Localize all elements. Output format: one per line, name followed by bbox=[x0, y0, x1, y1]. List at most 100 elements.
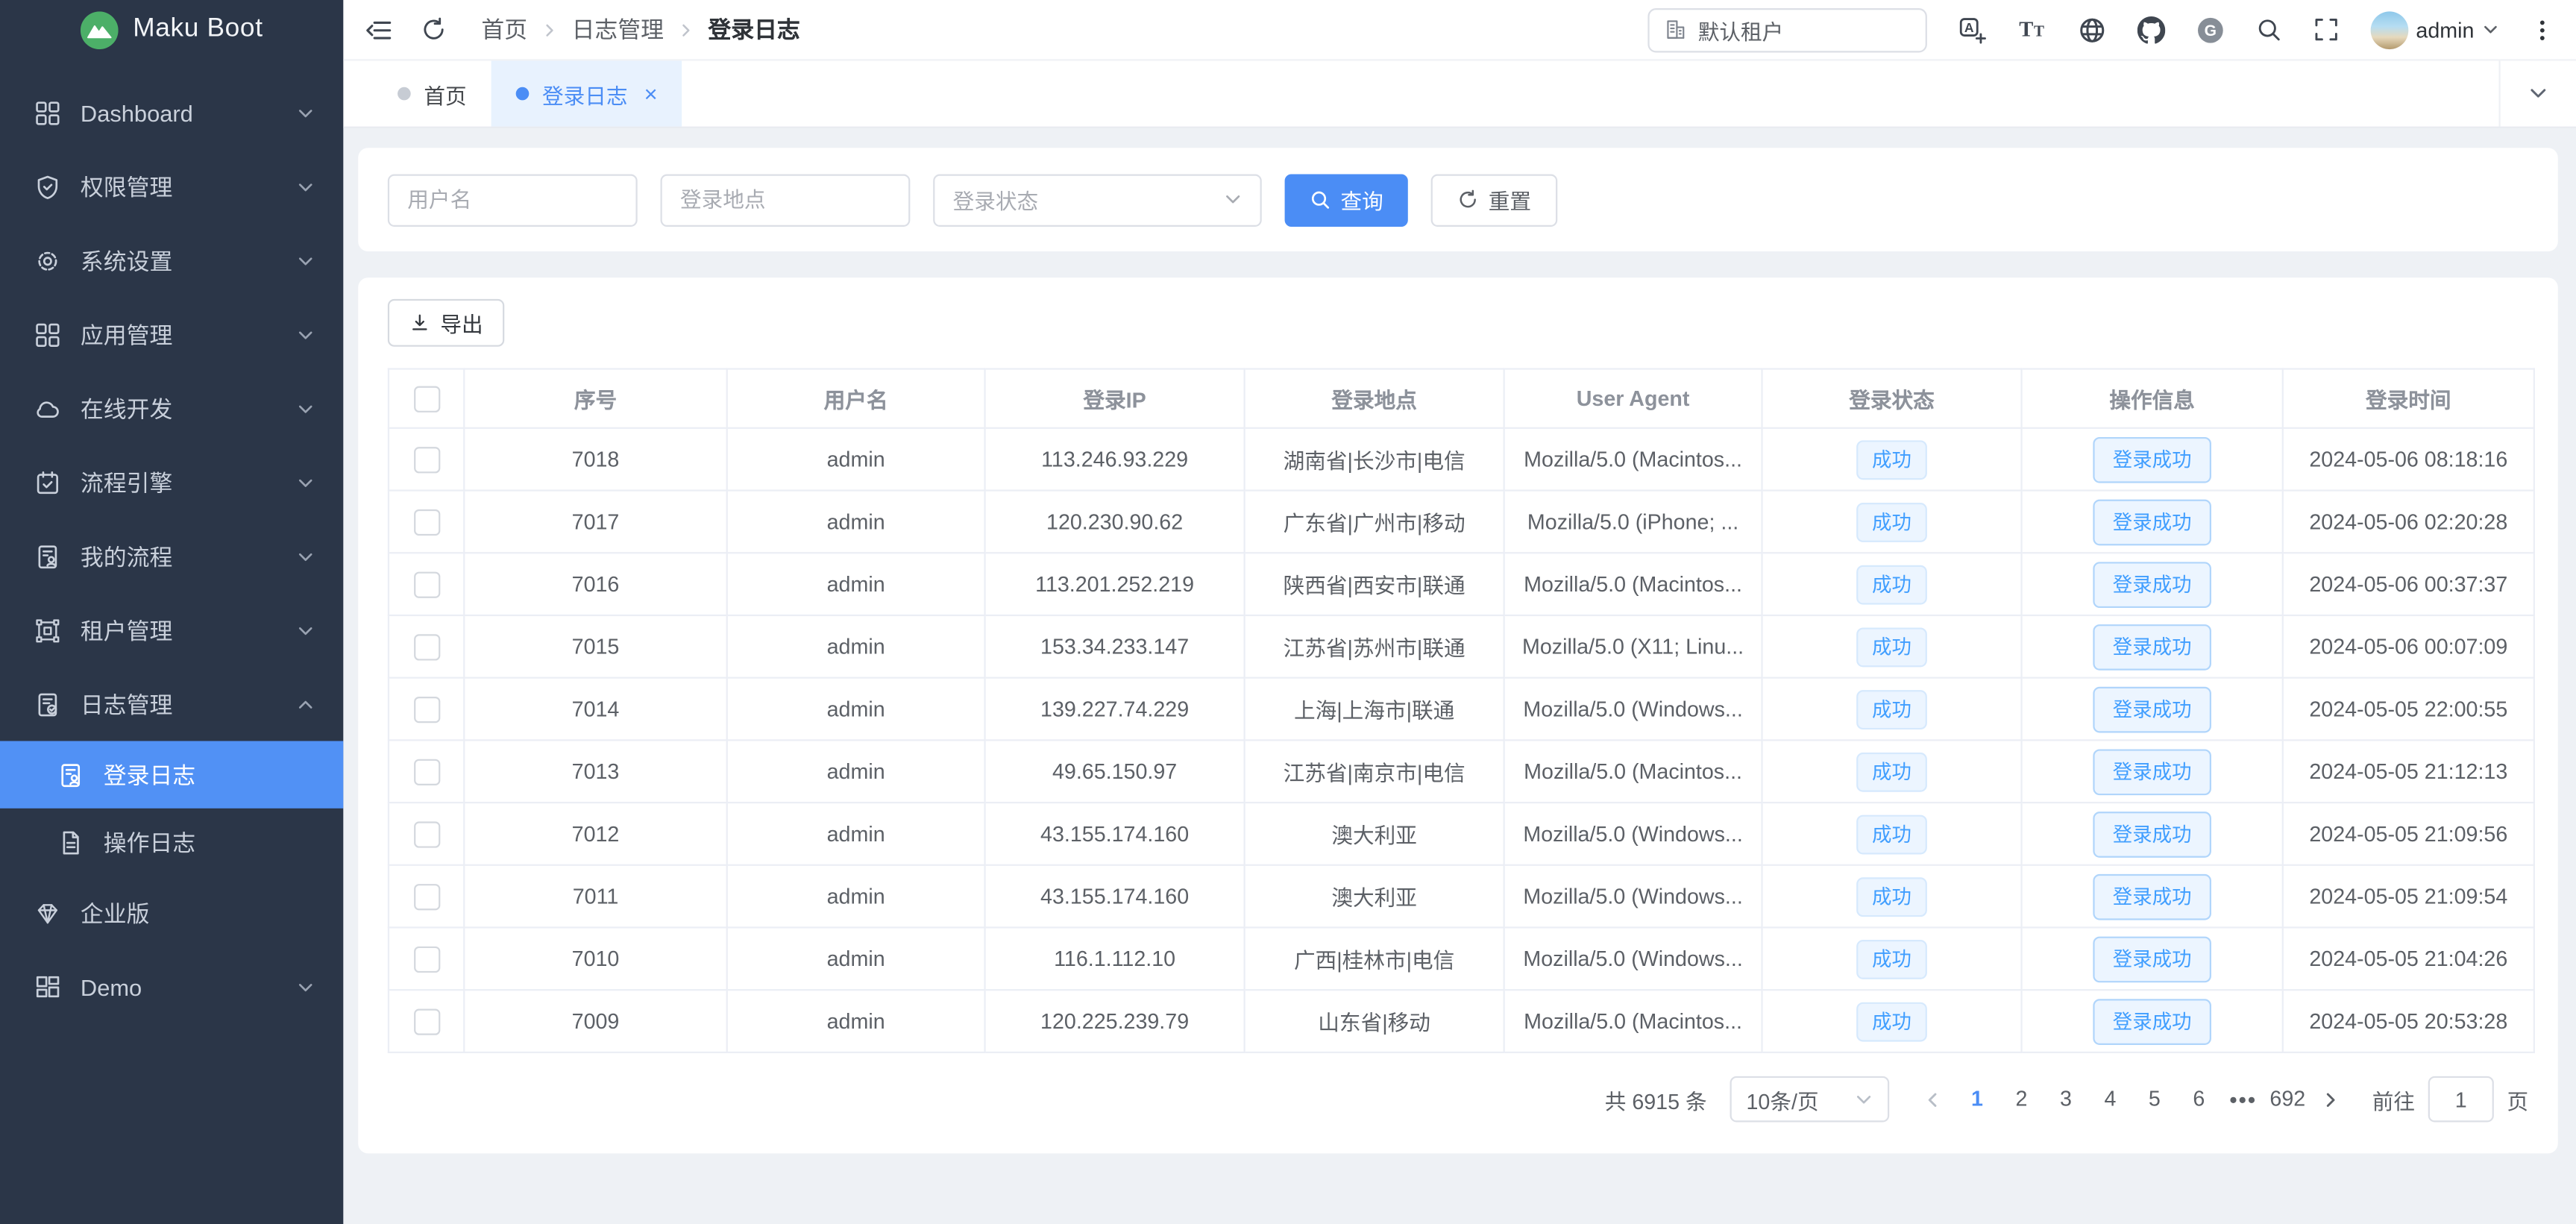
tab-actions-dropdown[interactable] bbox=[2498, 61, 2576, 127]
row-checkbox[interactable] bbox=[413, 634, 439, 660]
page-number-5[interactable]: 5 bbox=[2132, 1076, 2176, 1123]
tenant-select[interactable]: 默认租户 bbox=[1647, 7, 1926, 51]
gitee-icon[interactable]: G bbox=[2196, 16, 2223, 43]
cell-time: 2024-05-06 00:07:09 bbox=[2283, 615, 2534, 678]
export-button[interactable]: 导出 bbox=[388, 299, 504, 347]
search-icon[interactable] bbox=[2255, 16, 2281, 43]
cell-location: 山东省|移动 bbox=[1245, 990, 1504, 1052]
row-checkbox[interactable] bbox=[413, 1008, 439, 1035]
operation-info-button[interactable]: 登录成功 bbox=[2093, 624, 2211, 670]
svg-text:A: A bbox=[1964, 19, 1973, 34]
tab-label: 首页 bbox=[424, 78, 466, 110]
cell-location: 广西|桂林市|电信 bbox=[1245, 927, 1504, 990]
row-checkbox[interactable] bbox=[413, 759, 439, 785]
translate-icon[interactable]: A bbox=[1958, 16, 1985, 43]
sidebar-item-tenant-management[interactable]: 租户管理 bbox=[0, 593, 343, 667]
sidebar-item-dashboard[interactable]: Dashboard bbox=[0, 75, 343, 149]
operation-info-button[interactable]: 登录成功 bbox=[2093, 998, 2211, 1044]
download-icon bbox=[409, 313, 430, 334]
font-size-icon[interactable]: TT bbox=[2017, 15, 2046, 45]
globe-icon[interactable] bbox=[2078, 16, 2105, 43]
breadcrumb-log-management[interactable]: 日志管理 bbox=[572, 13, 664, 46]
row-checkbox[interactable] bbox=[413, 509, 439, 535]
app-logo: Maku Boot bbox=[0, 0, 343, 59]
app-title: Maku Boot bbox=[133, 15, 263, 45]
page-number-last[interactable]: 692 bbox=[2266, 1076, 2310, 1123]
page-size-select[interactable]: 10条/页 bbox=[1730, 1076, 1889, 1123]
page-size-value: 10条/页 bbox=[1747, 1084, 1819, 1115]
cell-ip: 43.155.174.160 bbox=[985, 865, 1245, 928]
sidebar-item-my-workflow[interactable]: 我的流程 bbox=[0, 519, 343, 593]
cell-location: 澳大利亚 bbox=[1245, 803, 1504, 865]
grid-icon bbox=[34, 99, 60, 125]
page-number-6[interactable]: 6 bbox=[2177, 1076, 2221, 1123]
topbar: 首页 日志管理 登录日志 默认租户 A TT G bbox=[343, 0, 2576, 61]
cell-id: 7009 bbox=[464, 990, 726, 1052]
query-button[interactable]: 查询 bbox=[1285, 173, 1408, 225]
goto-page-input[interactable] bbox=[2428, 1076, 2494, 1123]
close-icon[interactable]: × bbox=[644, 82, 658, 105]
username-filter-input[interactable] bbox=[388, 173, 638, 225]
fullscreen-icon[interactable] bbox=[2313, 16, 2339, 43]
kebab-menu-icon[interactable] bbox=[2530, 17, 2554, 42]
operation-info-button[interactable]: 登录成功 bbox=[2093, 748, 2211, 794]
app-root: Maku Boot Dashboard 权限管理 系统设置 应用管理 bbox=[0, 0, 2576, 1224]
operation-info-button[interactable]: 登录成功 bbox=[2093, 935, 2211, 982]
cell-user-agent: Mozilla/5.0 (iPhone; ... bbox=[1504, 491, 1762, 553]
operation-info-button[interactable]: 登录成功 bbox=[2093, 873, 2211, 920]
prev-page-icon[interactable] bbox=[1912, 1076, 1955, 1123]
user-menu[interactable]: admin bbox=[2370, 10, 2499, 48]
sidebar-item-online-dev[interactable]: 在线开发 bbox=[0, 371, 343, 445]
cell-username: admin bbox=[727, 428, 985, 491]
row-checkbox[interactable] bbox=[413, 821, 439, 847]
sidebar-item-enterprise[interactable]: 企业版 bbox=[0, 876, 343, 950]
svg-text:T: T bbox=[2018, 17, 2032, 41]
row-checkbox[interactable] bbox=[413, 447, 439, 473]
operation-info-button[interactable]: 登录成功 bbox=[2093, 686, 2211, 732]
column-header-time: 登录时间 bbox=[2283, 369, 2534, 428]
location-filter-input[interactable] bbox=[661, 173, 911, 225]
document-user-icon bbox=[34, 543, 60, 569]
row-checkbox[interactable] bbox=[413, 697, 439, 723]
column-header-location: 登录地点 bbox=[1245, 369, 1504, 428]
search-icon bbox=[1310, 189, 1331, 210]
svg-text:G: G bbox=[2204, 22, 2216, 39]
sidebar-item-operation-log[interactable]: 操作日志 bbox=[0, 809, 343, 876]
row-checkbox[interactable] bbox=[413, 946, 439, 972]
row-checkbox[interactable] bbox=[413, 884, 439, 910]
breadcrumb-home[interactable]: 首页 bbox=[481, 13, 527, 46]
sidebar-item-label: 操作日志 bbox=[104, 826, 195, 859]
collapse-sidebar-icon[interactable] bbox=[365, 16, 392, 43]
reset-button[interactable]: 重置 bbox=[1431, 173, 1558, 225]
sidebar-item-permissions[interactable]: 权限管理 bbox=[0, 149, 343, 223]
page-number-2[interactable]: 2 bbox=[1999, 1076, 2043, 1123]
chevron-right-icon bbox=[542, 22, 557, 37]
operation-info-button[interactable]: 登录成功 bbox=[2093, 811, 2211, 857]
operation-info-button[interactable]: 登录成功 bbox=[2093, 436, 2211, 483]
page-number-4[interactable]: 4 bbox=[2088, 1076, 2132, 1123]
operation-info-button[interactable]: 登录成功 bbox=[2093, 499, 2211, 545]
page-number-3[interactable]: 3 bbox=[2043, 1076, 2087, 1123]
more-pages-icon[interactable]: ••• bbox=[2221, 1087, 2265, 1111]
next-page-icon[interactable] bbox=[2310, 1076, 2352, 1123]
sidebar-item-demo[interactable]: Demo bbox=[0, 950, 343, 1023]
cell-user-agent: Mozilla/5.0 (Windows... bbox=[1504, 865, 1762, 928]
refresh-icon[interactable] bbox=[421, 16, 447, 43]
github-icon[interactable] bbox=[2137, 16, 2164, 43]
select-all-checkbox[interactable] bbox=[413, 386, 439, 412]
sidebar-item-login-log[interactable]: 登录日志 bbox=[0, 741, 343, 808]
column-header-status: 登录状态 bbox=[1762, 369, 2022, 428]
cell-location: 江苏省|苏州市|联通 bbox=[1245, 615, 1504, 678]
sidebar-item-system-settings[interactable]: 系统设置 bbox=[0, 224, 343, 298]
row-checkbox[interactable] bbox=[413, 571, 439, 597]
page-number-1[interactable]: 1 bbox=[1955, 1076, 1999, 1123]
sidebar-item-app-management[interactable]: 应用管理 bbox=[0, 298, 343, 371]
cell-id: 7015 bbox=[464, 615, 726, 678]
tab-login-log[interactable]: 登录日志 × bbox=[491, 61, 682, 127]
cell-time: 2024-05-05 21:09:54 bbox=[2283, 865, 2534, 928]
operation-info-button[interactable]: 登录成功 bbox=[2093, 561, 2211, 607]
sidebar-item-workflow-engine[interactable]: 流程引擎 bbox=[0, 445, 343, 519]
status-filter-select[interactable]: 登录状态 bbox=[933, 173, 1262, 225]
tab-home[interactable]: 首页 bbox=[373, 61, 491, 127]
sidebar-item-log-management[interactable]: 日志管理 bbox=[0, 667, 343, 741]
